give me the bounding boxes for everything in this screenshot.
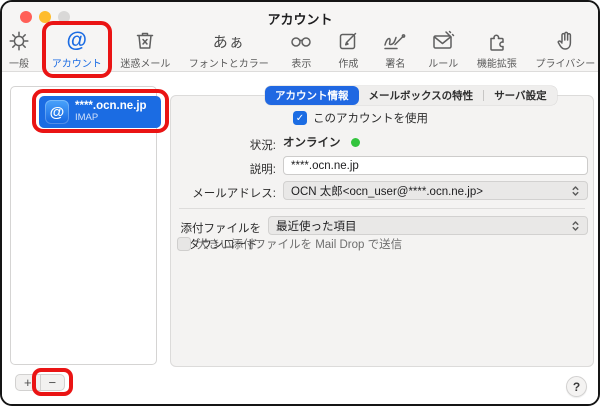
toolbar-item-general[interactable]: 一般: [2, 26, 36, 72]
status-label: 状況:: [249, 140, 276, 152]
toolbar-item-fonts[interactable]: あぁ フォントとカラー: [186, 26, 271, 72]
toolbar-label-composing: 作成: [338, 59, 359, 70]
add-account-button[interactable]: +: [16, 375, 40, 390]
envelope-icon: [430, 28, 456, 54]
toolbar-label-signatures: 署名: [385, 59, 406, 70]
add-remove-control: + −: [15, 374, 65, 391]
status-row: オンライン: [283, 134, 360, 150]
toolbar-item-signatures[interactable]: 署名: [378, 26, 412, 72]
chevron-up-down-icon: [571, 220, 580, 232]
signature-icon: [382, 28, 408, 54]
description-input[interactable]: ****.ocn.ne.jp: [283, 156, 588, 175]
sidebar-account-item[interactable]: @ ****.ocn.ne.jp IMAP: [39, 96, 161, 128]
tab-server-settings[interactable]: サーバ設定: [484, 86, 556, 105]
glasses-icon: [288, 28, 314, 54]
email-popup[interactable]: OCN 太郎<ocn_user@****.ocn.ne.jp>: [283, 181, 588, 200]
toolbar-label-general: 一般: [9, 59, 29, 70]
toolbar-label-rules: ルール: [428, 59, 459, 70]
section-divider: [179, 208, 585, 209]
use-account-label: このアカウントを使用: [313, 113, 428, 125]
puzzle-icon: [485, 28, 509, 54]
online-indicator-dot: [350, 137, 360, 147]
email-popup-value: OCN 太郎<ocn_user@****.ocn.ne.jp>: [291, 185, 483, 198]
maildrop-checkbox[interactable]: [177, 237, 191, 251]
account-tabs: アカウント情報 メールボックスの特性 サーバ設定: [265, 86, 557, 105]
chevron-up-down-icon: [571, 185, 580, 197]
email-label: メールアドレス:: [192, 188, 276, 200]
accounts-sidebar: @ ****.ocn.ne.jp IMAP: [10, 86, 161, 365]
account-app-icon: @: [45, 100, 69, 124]
toolbar-label-junk: 迷惑メール: [120, 59, 171, 70]
toolbar-label-viewing: 表示: [291, 59, 312, 70]
gear-icon: [7, 28, 31, 54]
junk-trash-icon: [133, 28, 157, 54]
download-popup-value: 最近使った項目: [276, 220, 357, 233]
toolbar-label-extensions: 機能拡張: [476, 59, 517, 70]
maildrop-row: 大きい添付ファイルを Mail Drop で送信: [177, 236, 402, 252]
use-account-row: ✓ このアカウントを使用: [293, 110, 428, 126]
account-detail-pane: ✓ このアカウントを使用 状況: オンライン 説明: ****.ocn.ne.j…: [170, 95, 594, 367]
account-type: IMAP: [75, 112, 99, 124]
checkmark-icon: ✓: [295, 112, 305, 124]
toolbar-item-junk[interactable]: 迷惑メール: [118, 26, 174, 72]
help-button[interactable]: ?: [566, 376, 587, 397]
toolbar-item-composing[interactable]: 作成: [331, 26, 365, 72]
download-popup[interactable]: 最近使った項目: [268, 216, 588, 235]
description-label: 説明:: [249, 164, 276, 176]
toolbar-label-privacy: プライバシー: [535, 59, 596, 70]
toolbar-item-extensions[interactable]: 機能拡張: [474, 26, 520, 72]
toolbar-label-fonts: フォントとカラー: [188, 59, 269, 70]
at-icon: @: [66, 29, 88, 52]
tab-account-info[interactable]: アカウント情報: [265, 86, 359, 105]
toolbar-label-accounts: アカウント: [51, 59, 102, 70]
toolbar-item-rules[interactable]: ルール: [425, 26, 461, 72]
maildrop-label: 大きい添付ファイルを Mail Drop で送信: [197, 239, 403, 251]
remove-account-button[interactable]: −: [41, 375, 65, 390]
preferences-body: @ ****.ocn.ne.jp IMAP ✓ このアカウントを使用 状況: オ…: [2, 73, 598, 404]
tab-mailbox-behaviors[interactable]: メールボックスの特性: [359, 86, 484, 105]
use-account-checkbox[interactable]: ✓: [293, 111, 307, 125]
preferences-toolbar: 一般 @ アカウント 迷惑メール あぁ フォントとカラー 表示 作成 署名 ルー…: [2, 21, 598, 78]
toolbar-item-privacy[interactable]: プライバシー: [533, 26, 598, 72]
compose-icon: [336, 28, 360, 54]
toolbar-item-accounts[interactable]: @ アカウント: [42, 21, 112, 78]
fonts-icon: あぁ: [212, 33, 245, 51]
title-toolbar-area: アカウント 一般 @ アカウント 迷惑メール あぁ フォントとカラー 表示 作成…: [2, 2, 598, 78]
mail-preferences-window: アカウント 一般 @ アカウント 迷惑メール あぁ フォントとカラー 表示 作成…: [0, 0, 600, 406]
status-value: オンライン: [283, 137, 341, 149]
hand-icon: [553, 28, 577, 54]
toolbar-item-viewing[interactable]: 表示: [284, 26, 318, 72]
